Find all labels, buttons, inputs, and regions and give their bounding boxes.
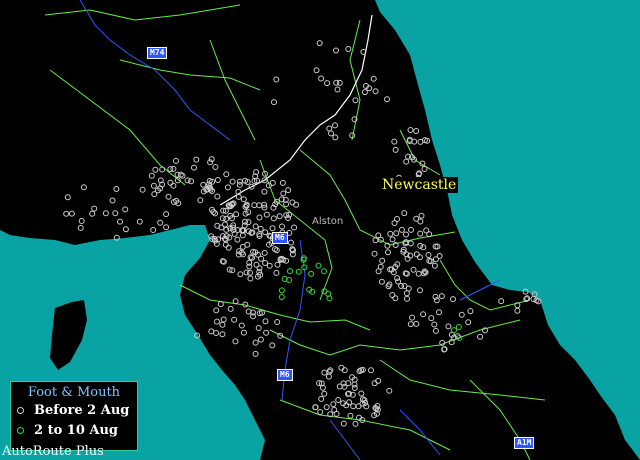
legend-item-before: Before 2 Aug bbox=[11, 400, 137, 420]
app-brand-label: AutoRoute Plus bbox=[2, 444, 104, 459]
map-legend: Foot & Mouth Before 2 Aug 2 to 10 Aug bbox=[10, 381, 138, 451]
road-shield-m6-lancaster: M6 bbox=[277, 369, 293, 381]
road-shield-a1m: A1M bbox=[514, 437, 535, 449]
legend-title: Foot & Mouth bbox=[27, 385, 121, 400]
town-label-alston[interactable]: Alston bbox=[312, 216, 343, 227]
legend-marker-grey-icon bbox=[17, 406, 24, 414]
road-shield-m6-carlisle: M6 bbox=[272, 232, 288, 244]
legend-item-after: 2 to 10 Aug bbox=[11, 420, 137, 440]
town-label-newcastle[interactable]: Newcastle bbox=[380, 177, 459, 193]
legend-label-after: 2 to 10 Aug bbox=[34, 422, 119, 438]
isle-of-man-land bbox=[50, 300, 87, 370]
road-shield-m74-north: M74 bbox=[147, 47, 168, 59]
legend-marker-green-icon bbox=[17, 426, 24, 434]
legend-label-before: Before 2 Aug bbox=[34, 402, 130, 418]
case-marker-before bbox=[531, 291, 538, 298]
